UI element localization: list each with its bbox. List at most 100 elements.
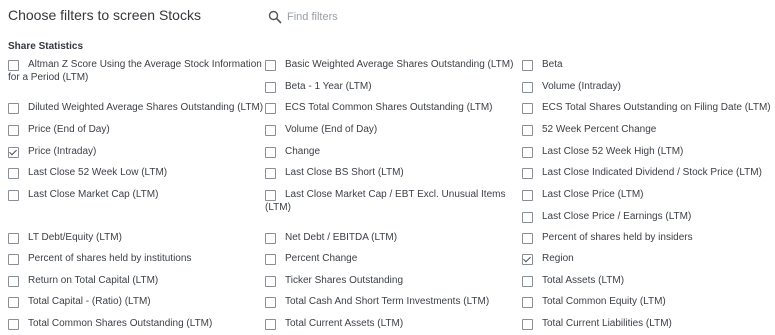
filter-52-week-percent-change[interactable]: 52 Week Percent Change — [522, 123, 767, 136]
filter-return-on-total-capital[interactable]: Return on Total Capital (LTM) — [8, 274, 253, 287]
filter-last-close-52-week-low[interactable]: Last Close 52 Week Low (LTM) — [8, 166, 253, 179]
filter-price-intraday[interactable]: Price (Intraday) — [8, 145, 253, 158]
checkbox[interactable] — [522, 276, 533, 287]
checkbox[interactable] — [265, 254, 276, 265]
checkbox[interactable] — [522, 60, 533, 71]
checkbox[interactable] — [8, 190, 19, 201]
search-icon — [268, 10, 282, 24]
checkbox[interactable] — [265, 276, 276, 287]
search-input[interactable] — [287, 11, 437, 23]
checkbox[interactable] — [522, 297, 533, 308]
filter-label: Altman Z Score Using the Average Stock I… — [28, 59, 262, 70]
filter-last-close-market-cap[interactable]: Last Close Market Cap (LTM) — [8, 188, 253, 201]
filter-diluted-weighted-shares[interactable]: Diluted Weighted Average Shares Outstand… — [8, 101, 263, 114]
filter-label: Return on Total Capital (LTM) — [28, 275, 159, 286]
checkbox[interactable] — [265, 190, 276, 201]
checkbox[interactable] — [522, 82, 533, 93]
filter-ecs-total-common-shares[interactable]: ECS Total Common Shares Outstanding (LTM… — [265, 101, 510, 114]
filter-label: Percent Change — [285, 253, 358, 264]
checkbox[interactable] — [522, 125, 533, 136]
filter-label-continued: for a Period (LTM) — [8, 72, 89, 83]
checkbox[interactable] — [265, 82, 276, 93]
filter-label: Last Close 52 Week Low (LTM) — [28, 167, 168, 178]
checkbox[interactable] — [265, 103, 276, 114]
filter-label: Last Close Market Cap / EBT Excl. Unusua… — [285, 189, 506, 200]
filter-last-close-52-week-high[interactable]: Last Close 52 Week High (LTM) — [522, 145, 767, 158]
filter-label: 52 Week Percent Change — [542, 124, 657, 135]
checkbox[interactable] — [8, 297, 19, 308]
filter-label: Price (End of Day) — [28, 124, 110, 135]
filter-label: Last Close Market Cap (LTM) — [28, 189, 159, 200]
checkbox[interactable] — [8, 233, 19, 244]
filter-label: Change — [285, 146, 321, 157]
filter-last-close-price[interactable]: Last Close Price (LTM) — [522, 188, 767, 201]
filter-volume-intraday[interactable]: Volume (Intraday) — [522, 80, 767, 93]
filter-label: Percent of shares held by institutions — [28, 253, 192, 264]
filter-ticker-shares-outstanding[interactable]: Ticker Shares Outstanding — [265, 274, 510, 287]
filter-total-assets[interactable]: Total Assets (LTM) — [522, 274, 767, 287]
checkbox[interactable] — [265, 168, 276, 179]
filter-label: Last Close Price / Earnings (LTM) — [542, 211, 692, 222]
checkbox[interactable] — [8, 168, 19, 179]
filter-percent-change[interactable]: Percent Change — [265, 252, 510, 265]
checkbox[interactable] — [265, 319, 276, 330]
page-title: Choose filters to screen Stocks — [8, 7, 201, 23]
checkbox[interactable] — [265, 297, 276, 308]
checkbox[interactable] — [8, 276, 19, 287]
checkbox[interactable] — [265, 147, 276, 158]
filter-total-cash-short-term[interactable]: Total Cash And Short Term Investments (L… — [265, 295, 510, 308]
checkbox[interactable] — [522, 212, 533, 223]
filter-beta[interactable]: Beta — [522, 58, 767, 71]
filter-total-current-liabilities[interactable]: Total Current Liabilities (LTM) — [522, 317, 767, 330]
filter-label: Last Close 52 Week High (LTM) — [542, 146, 684, 157]
filter-label: Diluted Weighted Average Shares Outstand… — [28, 102, 264, 113]
checkbox[interactable] — [8, 103, 19, 114]
checkbox[interactable] — [522, 254, 533, 265]
checkbox[interactable] — [8, 147, 19, 158]
checkbox[interactable] — [522, 190, 533, 201]
filter-last-close-price-earnings[interactable]: Last Close Price / Earnings (LTM) — [522, 210, 767, 223]
checkbox[interactable] — [8, 125, 19, 136]
filter-percent-held-institutions[interactable]: Percent of shares held by institutions — [8, 252, 253, 265]
checkbox[interactable] — [522, 103, 533, 114]
checkbox[interactable] — [265, 125, 276, 136]
filter-label: Beta - 1 Year (LTM) — [285, 81, 372, 92]
filter-label: Region — [542, 253, 574, 264]
filter-region[interactable]: Region — [522, 252, 767, 265]
filter-beta-1-year[interactable]: Beta - 1 Year (LTM) — [265, 80, 510, 93]
filter-last-close-market-cap-ebt[interactable]: Last Close Market Cap / EBT Excl. Unusua… — [265, 188, 510, 214]
checkbox[interactable] — [8, 319, 19, 330]
checkbox[interactable] — [265, 233, 276, 244]
filter-total-common-shares-outstanding[interactable]: Total Common Shares Outstanding (LTM) — [8, 317, 253, 330]
checkbox[interactable] — [8, 60, 19, 71]
filter-label: Total Current Liabilities (LTM) — [542, 318, 672, 329]
checkbox[interactable] — [265, 60, 276, 71]
filter-price-end-of-day[interactable]: Price (End of Day) — [8, 123, 253, 136]
filter-percent-held-insiders[interactable]: Percent of shares held by insiders — [522, 231, 767, 244]
checkbox[interactable] — [8, 254, 19, 265]
filter-label: Total Assets (LTM) — [542, 275, 625, 286]
filter-total-common-equity[interactable]: Total Common Equity (LTM) — [522, 295, 767, 308]
filter-total-capital-ratio[interactable]: Total Capital - (Ratio) (LTM) — [8, 295, 253, 308]
filter-label: Beta — [542, 59, 563, 70]
filter-label: Net Debt / EBITDA (LTM) — [285, 232, 398, 243]
filter-total-current-assets[interactable]: Total Current Assets (LTM) — [265, 317, 510, 330]
filter-label: Total Capital - (Ratio) (LTM) — [28, 296, 151, 307]
filter-last-close-dividend-price[interactable]: Last Close Indicated Dividend / Stock Pr… — [522, 166, 767, 179]
filter-search[interactable] — [268, 8, 448, 26]
checkbox[interactable] — [522, 168, 533, 179]
filter-lt-debt-equity[interactable]: LT Debt/Equity (LTM) — [8, 231, 253, 244]
filter-label: Price (Intraday) — [28, 146, 97, 157]
filter-altman-z-score[interactable]: Altman Z Score Using the Average Stock I… — [8, 58, 262, 84]
filter-last-close-bs-short[interactable]: Last Close BS Short (LTM) — [265, 166, 510, 179]
filter-basic-weighted-shares[interactable]: Basic Weighted Average Shares Outstandin… — [265, 58, 513, 71]
checkbox[interactable] — [522, 319, 533, 330]
filter-ecs-total-shares-filing-date[interactable]: ECS Total Shares Outstanding on Filing D… — [522, 101, 771, 114]
filter-change[interactable]: Change — [265, 145, 510, 158]
checkbox[interactable] — [522, 147, 533, 158]
filter-label: Last Close Price (LTM) — [542, 189, 644, 200]
filter-net-debt-ebitda[interactable]: Net Debt / EBITDA (LTM) — [265, 231, 510, 244]
filter-label: Ticker Shares Outstanding — [285, 275, 404, 286]
filter-volume-end-of-day[interactable]: Volume (End of Day) — [265, 123, 510, 136]
checkbox[interactable] — [522, 233, 533, 244]
